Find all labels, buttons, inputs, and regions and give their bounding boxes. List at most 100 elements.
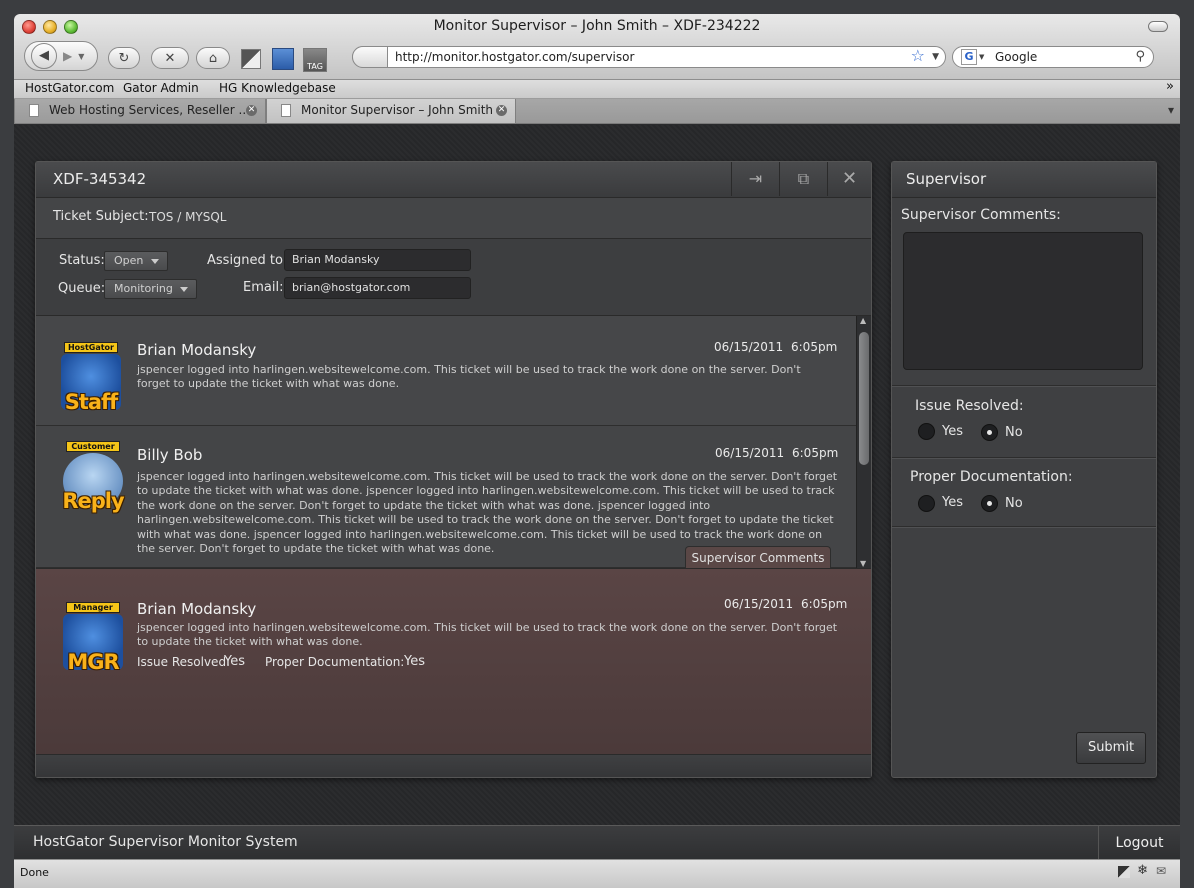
doc-yes-label: Yes [942, 495, 963, 510]
window-title: Monitor Supervisor – John Smith – XDF-23… [433, 18, 761, 34]
supervisor-comments-textarea[interactable] [903, 232, 1143, 370]
page-icon [29, 104, 39, 117]
stop-icon: ✕ [164, 50, 176, 66]
engine-dropdown-icon[interactable]: ▼ [979, 47, 984, 67]
issue-yes-radio[interactable] [918, 423, 935, 440]
tab-label: Web Hosting Services, Reseller ... [49, 103, 250, 117]
status-mail-icon[interactable]: ✉ [1156, 864, 1166, 878]
back-arrow-icon[interactable]: ◀ [31, 43, 57, 69]
forward-arrow-icon[interactable]: ▶ [63, 49, 72, 63]
close-panel-icon[interactable]: ✕ [827, 162, 871, 196]
page-content: XDF-345342 ⇥ ⧉ ✕ Ticket Subject: TOS / M… [14, 125, 1180, 825]
reload-icon: ↻ [118, 50, 130, 66]
status-extension-icon[interactable] [1118, 866, 1130, 878]
message-author: Brian Modansky [137, 600, 257, 618]
divider [892, 385, 1156, 386]
url-text: http://monitor.hostgator.com/supervisor [395, 50, 635, 64]
site-identity-icon[interactable] [352, 46, 388, 68]
home-button[interactable]: ⌂ [196, 47, 230, 69]
system-name: HostGator Supervisor Monitor System [33, 834, 298, 850]
supervisor-message: Manager MGR Brian Modansky 06/15/2011 6:… [36, 568, 871, 754]
tab-label: Monitor Supervisor – John Smith [301, 103, 494, 117]
assigned-label: Assigned to: [207, 253, 288, 268]
search-field[interactable]: G ▼ Google ⚲ [952, 46, 1154, 68]
subject-value: TOS / MYSQL [149, 210, 227, 224]
message-author: Billy Bob [137, 446, 203, 464]
subject-row: Ticket Subject: TOS / MYSQL [36, 198, 871, 239]
divider [892, 457, 1156, 458]
scroll-up-icon[interactable]: ▲ [860, 316, 866, 325]
message-list[interactable]: HostGator Staff Brian Modansky 06/15/201… [36, 316, 871, 568]
bookmark-hostgator[interactable]: HostGator.com [25, 81, 114, 95]
stop-button[interactable]: ✕ [151, 47, 189, 69]
extension-checker-icon[interactable] [241, 49, 261, 69]
tab-web-hosting[interactable]: Web Hosting Services, Reseller ... ✕ [14, 99, 266, 124]
badge-tag: Manager [66, 602, 120, 613]
bookmarks-overflow-icon[interactable]: » [1166, 79, 1174, 94]
google-engine-icon[interactable]: G [961, 49, 977, 65]
badge-word: Staff [64, 390, 119, 414]
ticket-id: XDF-345342 [53, 170, 147, 188]
status-snowflake-icon[interactable]: ❄ [1137, 863, 1148, 878]
message-author: Brian Modansky [137, 341, 257, 359]
reload-button[interactable]: ↻ [108, 47, 140, 69]
panel-actions: ⇥ ⧉ ✕ [731, 162, 871, 196]
staff-badge: HostGator Staff [58, 342, 124, 414]
url-field[interactable]: http://monitor.hostgator.com/supervisor … [352, 46, 946, 68]
issue-yes-label: Yes [942, 424, 963, 439]
message-scrollbar[interactable]: ▲ ▼ [856, 316, 871, 568]
extension-blue-icon[interactable] [272, 48, 294, 70]
bookmark-hg-knowledgebase[interactable]: HG Knowledgebase [219, 81, 336, 95]
message-body: jspencer logged into harlingen.websitewe… [137, 363, 801, 391]
search-icon[interactable]: ⚲ [1135, 47, 1145, 67]
submit-button[interactable]: Submit [1076, 732, 1146, 764]
tab-list-icon[interactable]: ▾ [1168, 103, 1174, 117]
badge-tag: HostGator [64, 342, 118, 353]
scroll-down-icon[interactable]: ▼ [860, 559, 866, 568]
tag-icon[interactable]: TAG [303, 48, 327, 72]
email-field[interactable]: brian@hostgator.com [284, 277, 471, 299]
doc-no-radio[interactable] [981, 495, 998, 512]
issue-resolved-heading: Issue Resolved: [915, 398, 1024, 414]
queue-select[interactable]: Monitoring [104, 279, 197, 299]
message-item: HostGator Staff Brian Modansky 06/15/201… [36, 316, 856, 426]
back-forward-group: ◀ ▶ ▼ [24, 41, 98, 71]
message-date: 06/15/2011 [715, 446, 785, 460]
issue-no-radio[interactable] [981, 424, 998, 441]
home-icon: ⌂ [208, 50, 218, 66]
manager-badge: Manager MGR [60, 602, 126, 674]
ticket-panel: XDF-345342 ⇥ ⧉ ✕ Ticket Subject: TOS / M… [35, 161, 872, 778]
tab-close-icon[interactable]: ✕ [496, 105, 507, 116]
message-date: 06/15/2011 [724, 597, 794, 611]
badge-word: MGR [67, 650, 119, 674]
tab-monitor-supervisor[interactable]: Monitor Supervisor – John Smith ✕ [266, 99, 516, 124]
scroll-thumb[interactable] [859, 332, 869, 465]
history-dropdown-icon[interactable]: ▼ [78, 52, 84, 61]
documentation-label: Proper Documentation: [265, 655, 405, 669]
subject-label: Ticket Subject: [53, 209, 149, 224]
issue-resolved-label: Issue Resolved: [137, 655, 231, 669]
url-dropdown-icon[interactable]: ▼ [932, 47, 939, 67]
message-time: 6:05pm [791, 340, 838, 354]
doc-no-label: No [1005, 496, 1023, 511]
status-bar: Done ❄ ✉ [14, 859, 1180, 888]
status-label: Status: [59, 253, 105, 268]
doc-yes-radio[interactable] [918, 495, 935, 512]
logout-button[interactable]: Logout [1098, 826, 1180, 859]
popout-window-icon[interactable]: ⧉ [779, 162, 827, 196]
supervisor-comments-tab[interactable]: Supervisor Comments [685, 546, 831, 568]
bookmark-star-icon[interactable]: ☆ [911, 46, 925, 66]
toolbar-toggle-button[interactable] [1148, 21, 1168, 32]
app-footer: HostGator Supervisor Monitor System Logo… [14, 825, 1180, 859]
assign-arrow-icon[interactable]: ⇥ [731, 162, 779, 196]
ticket-meta: Status: Open Queue: Monitoring Assigned … [36, 239, 871, 316]
message-body: jspencer logged into harlingen.websitewe… [137, 470, 838, 556]
documentation-heading: Proper Documentation: [910, 469, 1073, 485]
assigned-field[interactable]: Brian Modansky [284, 249, 471, 271]
tab-bar: Web Hosting Services, Reseller ... ✕ Mon… [14, 99, 1180, 124]
ticket-panel-footer [36, 754, 871, 777]
divider [892, 526, 1156, 527]
status-select[interactable]: Open [104, 251, 168, 271]
tab-close-icon[interactable]: ✕ [246, 105, 257, 116]
bookmark-gator-admin[interactable]: Gator Admin [123, 81, 199, 95]
